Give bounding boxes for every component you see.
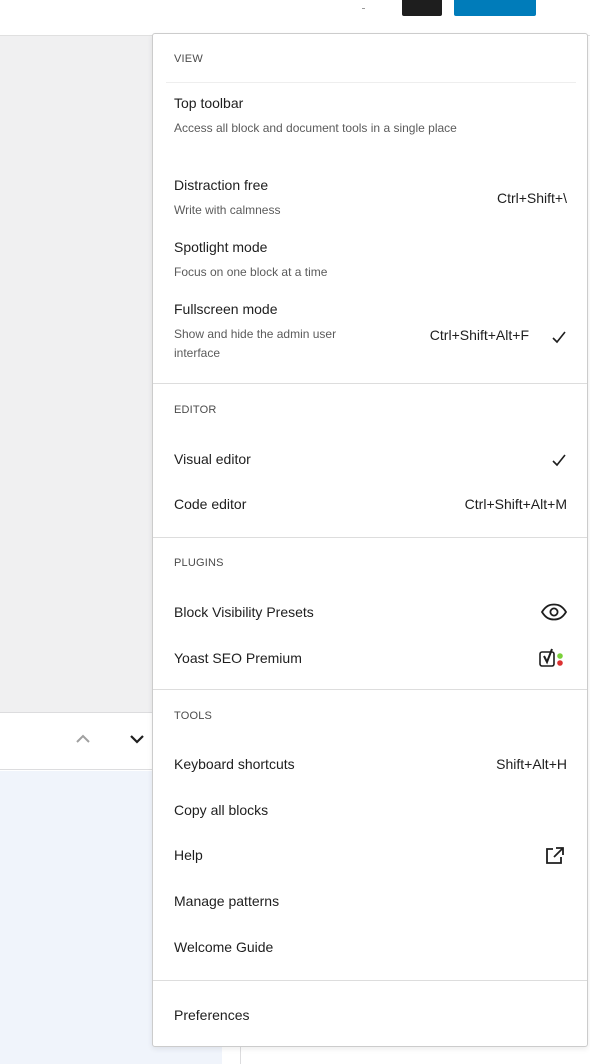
menu-item-shortcut: Ctrl+Shift+\ <box>496 190 567 206</box>
menu-item-distraction-free[interactable]: Distraction free Write with calmness Ctr… <box>153 174 587 226</box>
menu-item-label: Code editor <box>174 496 247 512</box>
menu-item-copy-all-blocks[interactable]: Copy all blocks <box>153 793 587 829</box>
menu-item-yoast-seo-premium[interactable]: Yoast SEO Premium <box>153 641 587 677</box>
menu-item-block-visibility-presets[interactable]: Block Visibility Presets <box>153 595 587 631</box>
menu-separator <box>153 689 587 690</box>
editor-group-label: EDITOR <box>174 404 217 416</box>
menu-item-description: Show and hide the admin user interface <box>174 327 337 360</box>
menu-item-help[interactable]: Help <box>153 838 587 874</box>
menu-item-spotlight-mode[interactable]: Spotlight mode Focus on one block at a t… <box>153 236 587 288</box>
menu-item-description: Focus on one block at a time <box>174 265 328 279</box>
menu-item-label: Preferences <box>174 1007 250 1023</box>
menu-item-top-toolbar[interactable]: Top toolbar Access all block and documen… <box>153 92 587 162</box>
menu-item-label: Block Visibility Presets <box>174 604 314 620</box>
menu-item-label: Yoast SEO Premium <box>174 650 302 666</box>
tools-group-label: TOOLS <box>174 710 213 722</box>
menu-item-label: Copy all blocks <box>174 802 269 818</box>
menu-item-shortcut: Shift+Alt+H <box>496 756 567 772</box>
publish-button[interactable] <box>454 0 536 16</box>
menu-item-shortcut: Ctrl+Shift+Alt+M <box>464 496 567 512</box>
toolbar-separator <box>362 8 365 9</box>
menu-item-label: Spotlight mode <box>174 239 268 255</box>
view-label-divider <box>166 82 576 83</box>
chevron-up-icon[interactable] <box>72 728 94 750</box>
menu-item-label: Keyboard shortcuts <box>174 756 295 772</box>
menu-item-label: Fullscreen mode <box>174 301 278 317</box>
eye-icon <box>539 600 569 624</box>
menu-item-description: Write with calmness <box>174 203 281 217</box>
menu-item-fullscreen-mode[interactable]: Fullscreen mode Show and hide the admin … <box>153 298 587 370</box>
editor-screen: VIEW Top toolbar Access all block and do… <box>0 0 590 1064</box>
external-link-icon <box>543 845 567 867</box>
menu-separator <box>153 537 587 538</box>
menu-item-label: Visual editor <box>174 451 251 467</box>
menu-item-visual-editor[interactable]: Visual editor <box>153 442 587 478</box>
menu-item-welcome-guide[interactable]: Welcome Guide <box>153 930 587 966</box>
menu-item-preferences[interactable]: Preferences <box>153 998 587 1034</box>
menu-item-shortcut: Ctrl+Shift+Alt+F <box>429 327 529 343</box>
checkmark-icon <box>551 329 567 345</box>
yoast-icon <box>537 647 569 671</box>
view-group-label: VIEW <box>174 53 203 65</box>
plugins-group-label: PLUGINS <box>174 557 224 569</box>
menu-item-manage-patterns[interactable]: Manage patterns <box>153 884 587 920</box>
chevron-down-icon[interactable] <box>126 728 148 750</box>
editor-canvas <box>0 36 152 712</box>
menu-item-label: Distraction free <box>174 177 269 193</box>
menu-item-keyboard-shortcuts[interactable]: Keyboard shortcuts Shift+Alt+H <box>153 747 587 783</box>
menu-separator <box>153 980 587 981</box>
menu-item-code-editor[interactable]: Code editor Ctrl+Shift+Alt+M <box>153 487 587 523</box>
menu-item-label: Help <box>174 847 203 863</box>
options-menu: VIEW Top toolbar Access all block and do… <box>152 33 588 1047</box>
menu-item-description: Access all block and document tools in a… <box>174 121 457 135</box>
preview-button[interactable] <box>402 0 442 16</box>
menu-item-label: Top toolbar <box>174 95 244 111</box>
menu-separator <box>153 383 587 384</box>
checkmark-icon <box>551 452 567 468</box>
menu-item-label: Manage patterns <box>174 893 280 909</box>
menu-item-label: Welcome Guide <box>174 939 274 955</box>
